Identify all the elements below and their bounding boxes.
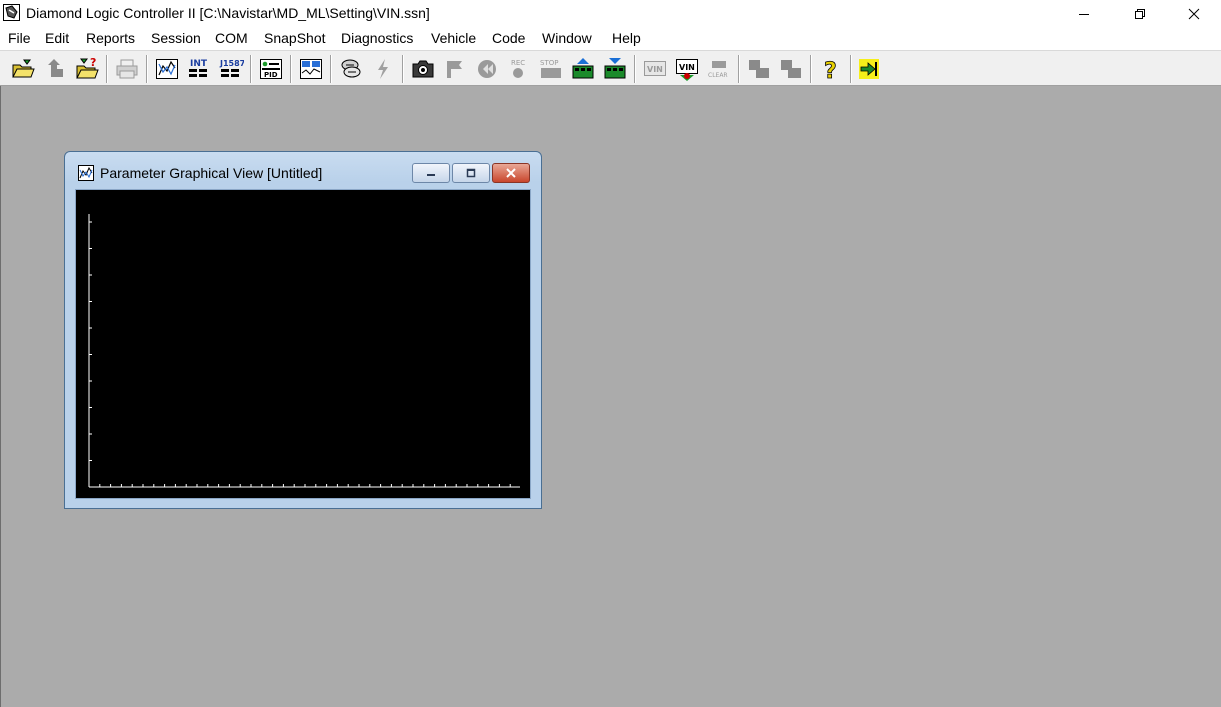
clear-codes-button[interactable]: CLEAR — [706, 56, 732, 82]
exit-button[interactable] — [856, 56, 882, 82]
pid-icon: PID — [260, 59, 282, 79]
step-back-button[interactable] — [746, 56, 772, 82]
open-folder-icon — [12, 59, 35, 78]
svg-text:?: ? — [90, 56, 96, 69]
help-button[interactable]: ? — [818, 56, 844, 82]
stop-button[interactable]: STOP — [538, 56, 564, 82]
menu-vehicle[interactable]: Vehicle — [431, 30, 476, 46]
upload-button[interactable] — [42, 56, 68, 82]
vin-program-icon: VIN — [676, 59, 698, 81]
menu-session[interactable]: Session — [151, 30, 201, 46]
menu-window[interactable]: Window — [542, 30, 592, 46]
restore-icon — [466, 168, 476, 178]
menu-file[interactable]: File — [8, 30, 31, 46]
toolbar: ? INT J1587 PID REC STOP VIN VIN CLEAR ? — [0, 50, 1221, 86]
menu-code[interactable]: Code — [492, 30, 525, 46]
help-question-icon: ? — [824, 59, 838, 82]
minimize-icon — [1079, 13, 1089, 15]
close-icon — [1188, 8, 1200, 19]
lightning-icon — [378, 59, 388, 79]
stop-icon: STOP — [540, 59, 561, 78]
vin-icon: VIN — [644, 61, 666, 76]
restore-button[interactable] — [1117, 0, 1163, 27]
parameter-graphical-view-window[interactable]: Parameter Graphical View [Untitled] — [64, 151, 542, 509]
minimize-icon — [427, 174, 435, 176]
restore-icon — [1135, 8, 1145, 19]
close-button[interactable] — [1171, 0, 1217, 27]
j1587-parameters-button[interactable]: J1587 — [218, 56, 244, 82]
module-download-button[interactable] — [602, 56, 628, 82]
upload-icon — [45, 59, 63, 77]
child-close-button[interactable] — [492, 163, 530, 183]
exit-arrow-icon — [859, 59, 879, 79]
print-button[interactable] — [114, 56, 140, 82]
int-parameter-icon: INT — [189, 59, 208, 77]
svg-text:?: ? — [824, 59, 837, 82]
open-folder-question-icon: ? — [76, 56, 99, 79]
menu-bar: File Edit Reports Session COM SnapShot D… — [0, 27, 1221, 50]
module-down-icon — [604, 58, 626, 79]
link-icon — [341, 59, 361, 78]
child-minimize-button[interactable] — [412, 163, 450, 183]
menu-edit[interactable]: Edit — [45, 30, 69, 46]
svg-text:STOP: STOP — [540, 59, 558, 67]
record-icon: REC — [511, 59, 525, 78]
int-parameters-button[interactable]: INT — [186, 56, 212, 82]
graph-plot — [88, 214, 520, 488]
graph-view-icon — [78, 165, 94, 181]
trigger-button[interactable] — [442, 56, 468, 82]
close-icon — [506, 168, 516, 178]
svg-text:CLEAR: CLEAR — [708, 72, 728, 79]
rewind-icon — [478, 60, 496, 78]
step-forward-button[interactable] — [778, 56, 804, 82]
module-up-icon — [572, 58, 594, 79]
menu-com[interactable]: COM — [215, 30, 248, 46]
step-back-icon — [749, 60, 769, 78]
module-upload-button[interactable] — [570, 56, 596, 82]
graph-view-icon — [156, 59, 178, 79]
pid-button[interactable]: PID — [258, 56, 284, 82]
graph-view-button[interactable] — [154, 56, 180, 82]
j1587-parameter-icon: J1587 — [219, 59, 244, 77]
menu-help[interactable]: Help — [612, 30, 641, 46]
replay-button[interactable] — [474, 56, 500, 82]
svg-text:INT: INT — [190, 59, 208, 69]
svg-text:VIN: VIN — [679, 63, 695, 72]
flag-icon — [447, 61, 462, 78]
clear-icon: CLEAR — [708, 61, 728, 79]
open-session-button[interactable] — [10, 56, 36, 82]
menu-reports[interactable]: Reports — [86, 30, 135, 46]
step-forward-icon — [781, 60, 801, 78]
svg-text:REC: REC — [511, 59, 525, 67]
child-restore-button[interactable] — [452, 163, 490, 183]
minimize-button[interactable] — [1061, 0, 1107, 27]
app-title: Diamond Logic Controller II [C:\Navistar… — [26, 5, 430, 21]
open-with-help-button[interactable]: ? — [74, 56, 100, 82]
app-logo-icon — [3, 4, 20, 21]
dashboard-button[interactable] — [298, 56, 324, 82]
vin-program-button[interactable]: VIN — [674, 56, 700, 82]
svg-text:VIN: VIN — [647, 65, 663, 74]
svg-text:J1587: J1587 — [219, 59, 244, 68]
child-window-title: Parameter Graphical View [Untitled] — [100, 165, 323, 181]
app-title-bar[interactable]: Diamond Logic Controller II [C:\Navistar… — [0, 0, 1221, 27]
snapshot-button[interactable] — [410, 56, 436, 82]
connect-button[interactable] — [338, 56, 364, 82]
menu-diagnostics[interactable]: Diagnostics — [341, 30, 413, 46]
vin-button[interactable]: VIN — [642, 56, 668, 82]
flash-button[interactable] — [370, 56, 396, 82]
camera-icon — [412, 60, 434, 78]
menu-snapshot[interactable]: SnapShot — [264, 30, 326, 46]
record-button[interactable]: REC — [506, 56, 532, 82]
dashboard-icon — [300, 59, 322, 79]
printer-icon — [116, 59, 138, 79]
graph-canvas[interactable] — [75, 189, 531, 499]
svg-text:PID: PID — [264, 71, 278, 79]
